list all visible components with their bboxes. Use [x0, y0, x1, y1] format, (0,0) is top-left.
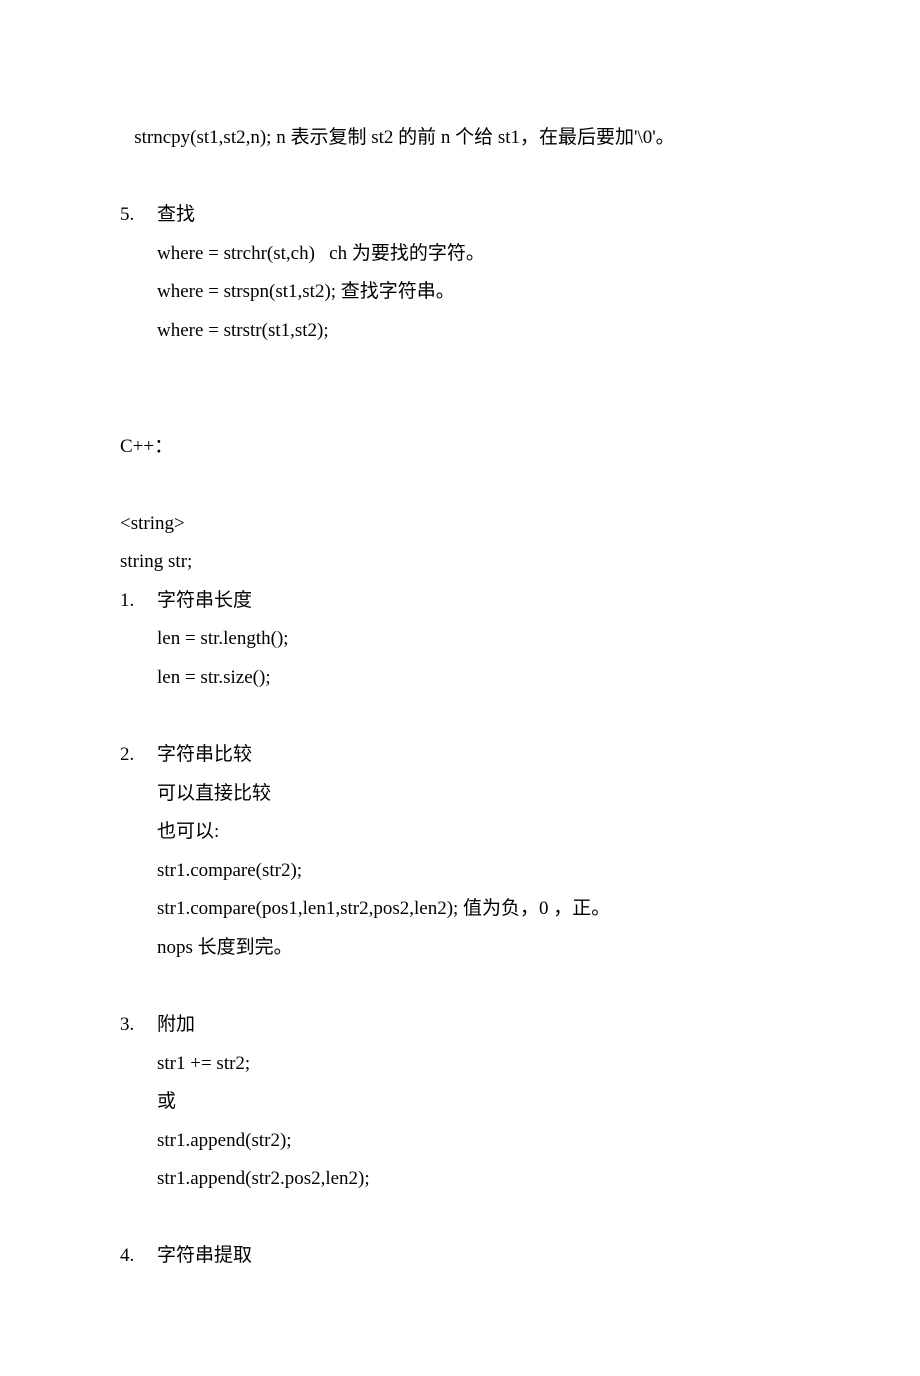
text-line: str1.compare(str2);: [120, 852, 800, 891]
blank-line: [120, 1199, 800, 1238]
text-line: where = strstr(st1,st2);: [120, 312, 800, 351]
text-line: str1.compare(pos1,len1,str2,pos2,len2); …: [120, 890, 800, 929]
text-line: len = str.size();: [120, 659, 800, 698]
section-title: 字符串比较: [157, 736, 800, 775]
blank-line: [120, 389, 800, 428]
text-line: strncpy(st1,st2,n); n 表示复制 st2 的前 n 个给 s…: [120, 119, 800, 158]
text-line: 也可以:: [120, 813, 800, 852]
text-line: string str;: [120, 543, 800, 582]
list-number: 5.: [120, 196, 157, 235]
section-5-heading: 5. 查找: [120, 196, 800, 235]
text-line: where = strchr(st,ch) ch 为要找的字符。: [120, 235, 800, 274]
text-line: 或: [120, 1083, 800, 1122]
section-title: 字符串提取: [157, 1237, 800, 1276]
text-line: where = strspn(st1,st2); 查找字符串。: [120, 273, 800, 312]
section-title: 附加: [157, 1006, 800, 1045]
text-line: <string>: [120, 505, 800, 544]
text-line: str1.append(str2);: [120, 1122, 800, 1161]
blank-line: [120, 158, 800, 197]
section-2-heading: 2. 字符串比较: [120, 736, 800, 775]
list-number: 2.: [120, 736, 157, 775]
section-3-heading: 3. 附加: [120, 1006, 800, 1045]
text-line: str1.append(str2.pos2,len2);: [120, 1160, 800, 1199]
cpp-heading: C++：: [120, 428, 800, 467]
section-4-heading: 4. 字符串提取: [120, 1237, 800, 1276]
list-number: 1.: [120, 582, 157, 621]
text-line: len = str.length();: [120, 620, 800, 659]
list-number: 3.: [120, 1006, 157, 1045]
text-line: 可以直接比较: [120, 775, 800, 814]
text-line: nops 长度到完。: [120, 929, 800, 968]
blank-line: [120, 350, 800, 389]
document-page: strncpy(st1,st2,n); n 表示复制 st2 的前 n 个给 s…: [0, 0, 920, 1376]
blank-line: [120, 466, 800, 505]
section-title: 字符串长度: [157, 582, 800, 621]
list-number: 4.: [120, 1237, 157, 1276]
text-line: str1 += str2;: [120, 1045, 800, 1084]
section-1-heading: 1. 字符串长度: [120, 582, 800, 621]
section-title: 查找: [157, 196, 800, 235]
blank-line: [120, 697, 800, 736]
blank-line: [120, 967, 800, 1006]
